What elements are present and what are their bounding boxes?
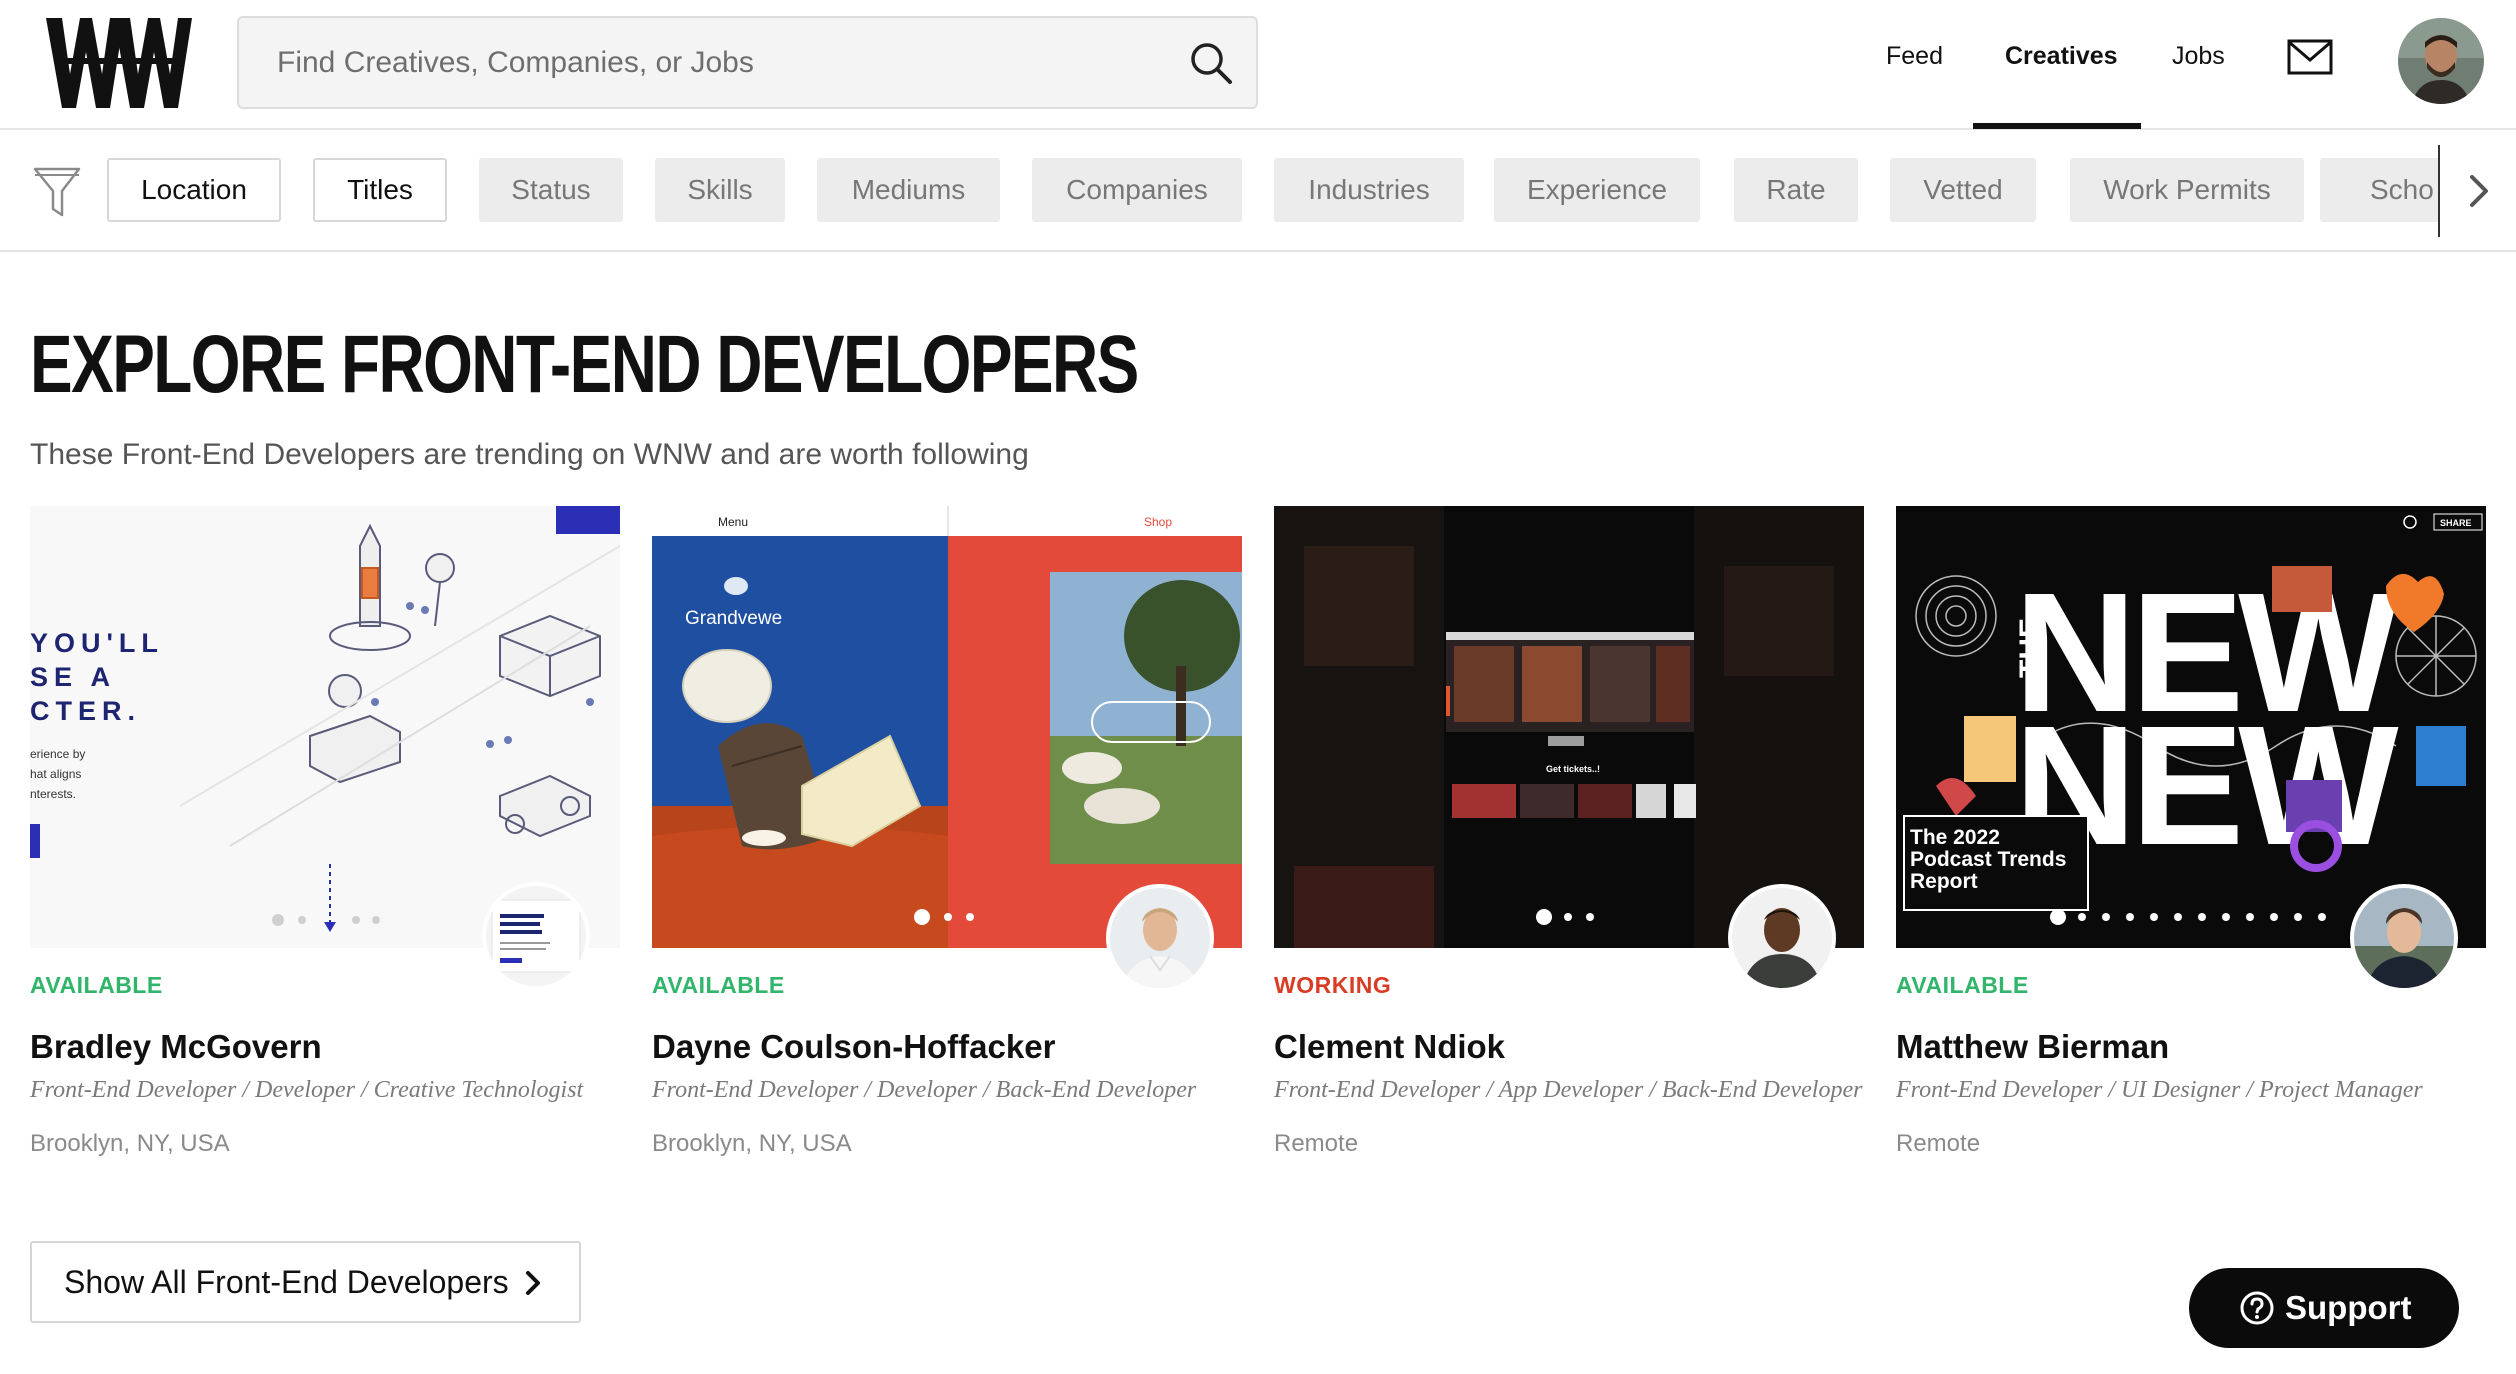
thumb-report-line-3: Report xyxy=(1910,870,1978,893)
creative-location: Brooklyn, NY, USA xyxy=(652,1130,852,1157)
funnel-icon[interactable] xyxy=(32,165,82,221)
project-thumbnail[interactable]: Get tickets..! xyxy=(1274,506,1864,948)
creative-card: Menu Shop Grandvewe AVAILABLE Dayne Coul… xyxy=(652,506,1242,1166)
thumb-body-2: hat aligns xyxy=(30,767,81,781)
thumb-headline-1: YOU'LL xyxy=(30,628,164,658)
search-icon[interactable] xyxy=(1188,40,1234,86)
thumb-body-1: erience by xyxy=(30,747,85,761)
filter-chip-rate[interactable]: Rate xyxy=(1734,158,1858,222)
search-input[interactable] xyxy=(277,18,1157,107)
creative-name[interactable]: Matthew Bierman xyxy=(1896,1028,2169,1066)
creative-titles: Front-End Developer / UI Designer / Proj… xyxy=(1896,1077,2423,1103)
thumb-brand-text: Grandvewe xyxy=(685,608,782,629)
filter-scroll-divider xyxy=(2438,145,2440,237)
creative-titles: Front-End Developer / Developer / Creati… xyxy=(30,1077,584,1103)
mail-icon[interactable] xyxy=(2287,38,2333,78)
filter-chip-industries[interactable]: Industries xyxy=(1274,158,1464,222)
chevron-right-icon[interactable] xyxy=(2464,173,2494,209)
user-avatar[interactable] xyxy=(2398,18,2484,104)
filter-chip-schools[interactable]: Scho xyxy=(2320,158,2440,222)
thumb-report-line-2: Podcast Trends xyxy=(1910,848,2066,871)
chevron-right-icon xyxy=(526,1271,540,1295)
creator-avatar[interactable] xyxy=(482,882,590,990)
filter-chip-work-permits[interactable]: Work Permits xyxy=(2070,158,2304,222)
creative-name[interactable]: Dayne Coulson-Hoffacker xyxy=(652,1028,1055,1066)
thumb-headline-3: CTER. xyxy=(30,696,141,726)
filter-chip-clip: Scho xyxy=(2320,158,2440,222)
filter-chip-status[interactable]: Status xyxy=(479,158,623,222)
filter-chip-experience[interactable]: Experience xyxy=(1494,158,1700,222)
thumb-shop-text: Shop xyxy=(1144,515,1172,529)
wnw-logo[interactable] xyxy=(44,14,194,112)
support-button[interactable]: Support xyxy=(2189,1268,2459,1348)
availability-status: AVAILABLE xyxy=(30,972,163,998)
project-thumbnail[interactable]: THE NEW NEW The 2022 Podcast Trends Repo… xyxy=(1896,506,2486,948)
page-title: EXPLORE FRONT-END DEVELOPERS xyxy=(30,319,1139,410)
active-tab-indicator xyxy=(1973,123,2141,129)
filter-chip-location[interactable]: Location xyxy=(107,158,281,222)
creative-card: Get tickets..! WORKING Clement Ndiok Fro… xyxy=(1274,506,1864,1166)
nav-jobs-link[interactable]: Jobs xyxy=(2172,42,2225,71)
creative-location: Brooklyn, NY, USA xyxy=(30,1130,230,1157)
creative-location: Remote xyxy=(1274,1130,1359,1157)
nav-creatives-link[interactable]: Creatives xyxy=(2005,42,2118,71)
filter-chip-mediums[interactable]: Mediums xyxy=(817,158,1000,222)
creative-name[interactable]: Bradley McGovern xyxy=(30,1028,322,1066)
creative-card: THE NEW NEW The 2022 Podcast Trends Repo… xyxy=(1896,506,2486,1166)
thumb-body-3: nterests. xyxy=(30,787,76,801)
availability-status: AVAILABLE xyxy=(1896,972,2029,998)
creative-card: YOU'LL SE A CTER. erience by hat aligns … xyxy=(30,506,620,1166)
creative-titles: Front-End Developer / App Developer / Ba… xyxy=(1274,1077,1863,1103)
creator-avatar[interactable] xyxy=(1106,884,1214,992)
page-subtitle: These Front-End Developers are trending … xyxy=(30,438,1029,471)
help-circle-icon xyxy=(2240,1291,2274,1325)
availability-status: AVAILABLE xyxy=(652,972,785,998)
top-navigation-bar: Feed Creatives Jobs xyxy=(0,0,2516,130)
thumb-share-text: SHARE xyxy=(2440,518,2472,528)
thumb-headline-2: SE A xyxy=(30,662,116,692)
availability-status: WORKING xyxy=(1274,972,1392,998)
creator-avatar[interactable] xyxy=(2350,884,2458,992)
show-all-button[interactable]: Show All Front-End Developers xyxy=(30,1241,581,1323)
thumb-report-line-1: The 2022 xyxy=(1910,826,2000,849)
support-label: Support xyxy=(2285,1289,2412,1326)
search-bar xyxy=(237,16,1258,109)
thumb-menu-text: Menu xyxy=(718,515,748,529)
filter-chip-vetted[interactable]: Vetted xyxy=(1890,158,2036,222)
creative-location: Remote xyxy=(1896,1130,1981,1157)
nav-feed-link[interactable]: Feed xyxy=(1886,42,1943,71)
creator-avatar[interactable] xyxy=(1728,884,1836,992)
filter-chip-companies[interactable]: Companies xyxy=(1032,158,1242,222)
filter-chip-titles[interactable]: Titles xyxy=(313,158,447,222)
filter-chip-skills[interactable]: Skills xyxy=(655,158,785,222)
project-thumbnail[interactable]: Menu Shop Grandvewe xyxy=(652,506,1242,948)
creative-name[interactable]: Clement Ndiok xyxy=(1274,1028,1505,1066)
thumb-cta-text: Get tickets..! xyxy=(1546,764,1600,774)
creative-titles: Front-End Developer / Developer / Back-E… xyxy=(652,1077,1197,1103)
filter-bar: Location Titles Status Skills Mediums Co… xyxy=(0,131,2516,252)
show-all-label: Show All Front-End Developers xyxy=(64,1264,509,1300)
